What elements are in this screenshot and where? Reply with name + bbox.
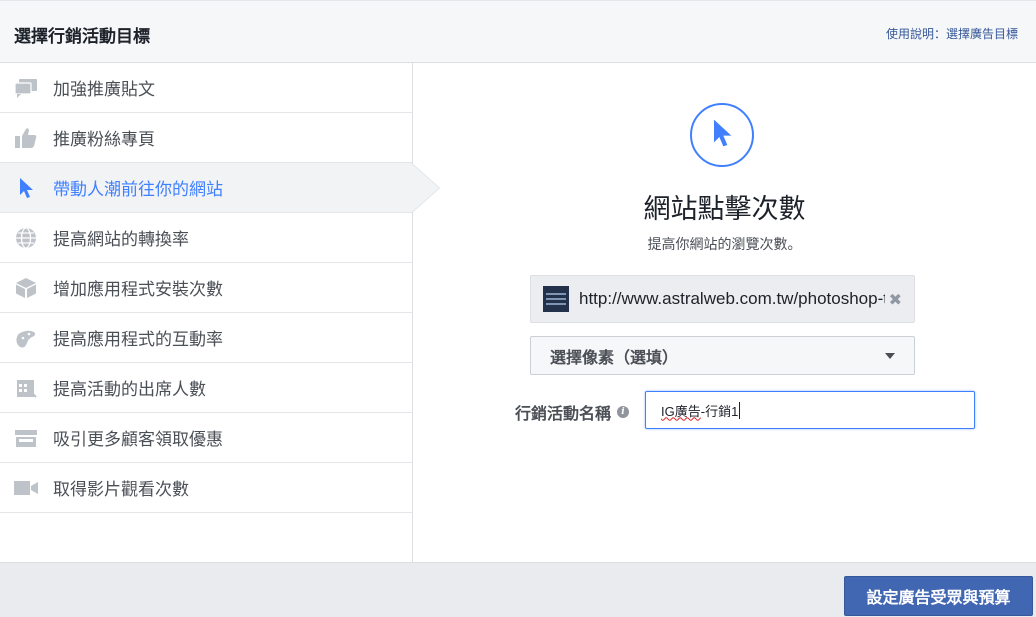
chevron-down-icon bbox=[885, 353, 895, 359]
store-icon bbox=[13, 427, 39, 449]
gamepad-icon bbox=[13, 327, 39, 349]
cursor-icon bbox=[710, 118, 734, 152]
website-url-field[interactable]: http://www.astralweb.com.tw/photoshop-te… bbox=[530, 275, 915, 323]
sidebar-item-event-responses[interactable]: 提高活動的出席人數 bbox=[0, 363, 412, 413]
sidebar-item-label: 推廣粉絲專頁 bbox=[53, 130, 155, 150]
campaign-name-label: 行銷活動名稱 i bbox=[515, 400, 630, 424]
site-thumbnail bbox=[543, 286, 569, 312]
sidebar-item-label: 提高網站的轉換率 bbox=[53, 230, 189, 250]
objective-subtitle: 提高你網站的瀏覽次數。 bbox=[647, 237, 802, 253]
info-icon[interactable]: i bbox=[617, 406, 630, 418]
dialog-header: 選擇行銷活動目標 使用說明：選擇廣告目標 bbox=[0, 0, 1036, 63]
campaign-name-value-misspelled: IG廣告 bbox=[661, 403, 701, 419]
sidebar-item-app-engagement[interactable]: 提高應用程式的互動率 bbox=[0, 313, 412, 363]
pixel-select-value: 選擇像素（選填） bbox=[550, 347, 679, 367]
sidebar-item-label: 增加應用程式安裝次數 bbox=[53, 280, 223, 300]
sidebar-item-label: 提高活動的出席人數 bbox=[53, 380, 206, 400]
close-icon[interactable]: ✖ bbox=[889, 290, 902, 309]
box-icon bbox=[13, 277, 39, 299]
sidebar-item-boost-post[interactable]: 加強推廣貼文 bbox=[0, 63, 412, 113]
page-title: 選擇行銷活動目標 bbox=[14, 27, 150, 47]
sidebar-item-offer-claims[interactable]: 吸引更多顧客領取優惠 bbox=[0, 413, 412, 463]
sidebar-item-label: 帶動人潮前往你的網站 bbox=[53, 180, 223, 200]
thumbs-up-icon bbox=[13, 127, 39, 149]
calendar-icon bbox=[13, 377, 39, 399]
campaign-name-label-text: 行銷活動名稱 bbox=[515, 404, 612, 423]
pixel-select-dropdown[interactable]: 選擇像素（選填） bbox=[530, 336, 915, 375]
dialog-footer: 設定廣告受眾與預算 bbox=[0, 562, 1036, 617]
objective-icon-circle bbox=[690, 103, 754, 167]
continue-button[interactable]: 設定廣告受眾與預算 bbox=[844, 576, 1033, 616]
sidebar-item-label: 吸引更多顧客領取優惠 bbox=[53, 430, 223, 450]
objective-title: 網站點擊次數 bbox=[643, 194, 806, 225]
sidebar-item-app-installs[interactable]: 增加應用程式安裝次數 bbox=[0, 263, 412, 313]
help-link[interactable]: 使用說明：選擇廣告目標 bbox=[886, 25, 1018, 42]
sidebar-item-label: 提高應用程式的互動率 bbox=[53, 330, 223, 350]
sidebar-item-website-traffic[interactable]: 帶動人潮前往你的網站 bbox=[0, 163, 412, 213]
objective-sidebar: 加強推廣貼文 推廣粉絲專頁 帶動人潮前往你的網站 提高網站的轉換率 增加應用程式… bbox=[0, 63, 413, 562]
sidebar-item-label: 取得影片觀看次數 bbox=[53, 480, 189, 500]
sidebar-item-label: 加強推廣貼文 bbox=[53, 80, 155, 100]
campaign-name-value: -行銷1 bbox=[700, 403, 739, 419]
sidebar-item-page-likes[interactable]: 推廣粉絲專頁 bbox=[0, 113, 412, 163]
globe-icon bbox=[13, 226, 39, 249]
sidebar-item-conversions[interactable]: 提高網站的轉換率 bbox=[0, 213, 412, 263]
speech-bubble-icon bbox=[13, 77, 39, 99]
sidebar-item-video-views[interactable]: 取得影片觀看次數 bbox=[0, 463, 412, 513]
cursor-icon bbox=[13, 177, 39, 199]
video-camera-icon bbox=[13, 477, 39, 499]
text-cursor bbox=[739, 401, 741, 419]
website-url-value: http://www.astralweb.com.tw/photoshop-te bbox=[579, 289, 885, 308]
objective-detail-panel: 網站點擊次數 提高你網站的瀏覽次數。 http://www.astralweb.… bbox=[413, 63, 1036, 562]
campaign-name-input[interactable]: IG廣告 -行銷1 bbox=[645, 391, 975, 429]
